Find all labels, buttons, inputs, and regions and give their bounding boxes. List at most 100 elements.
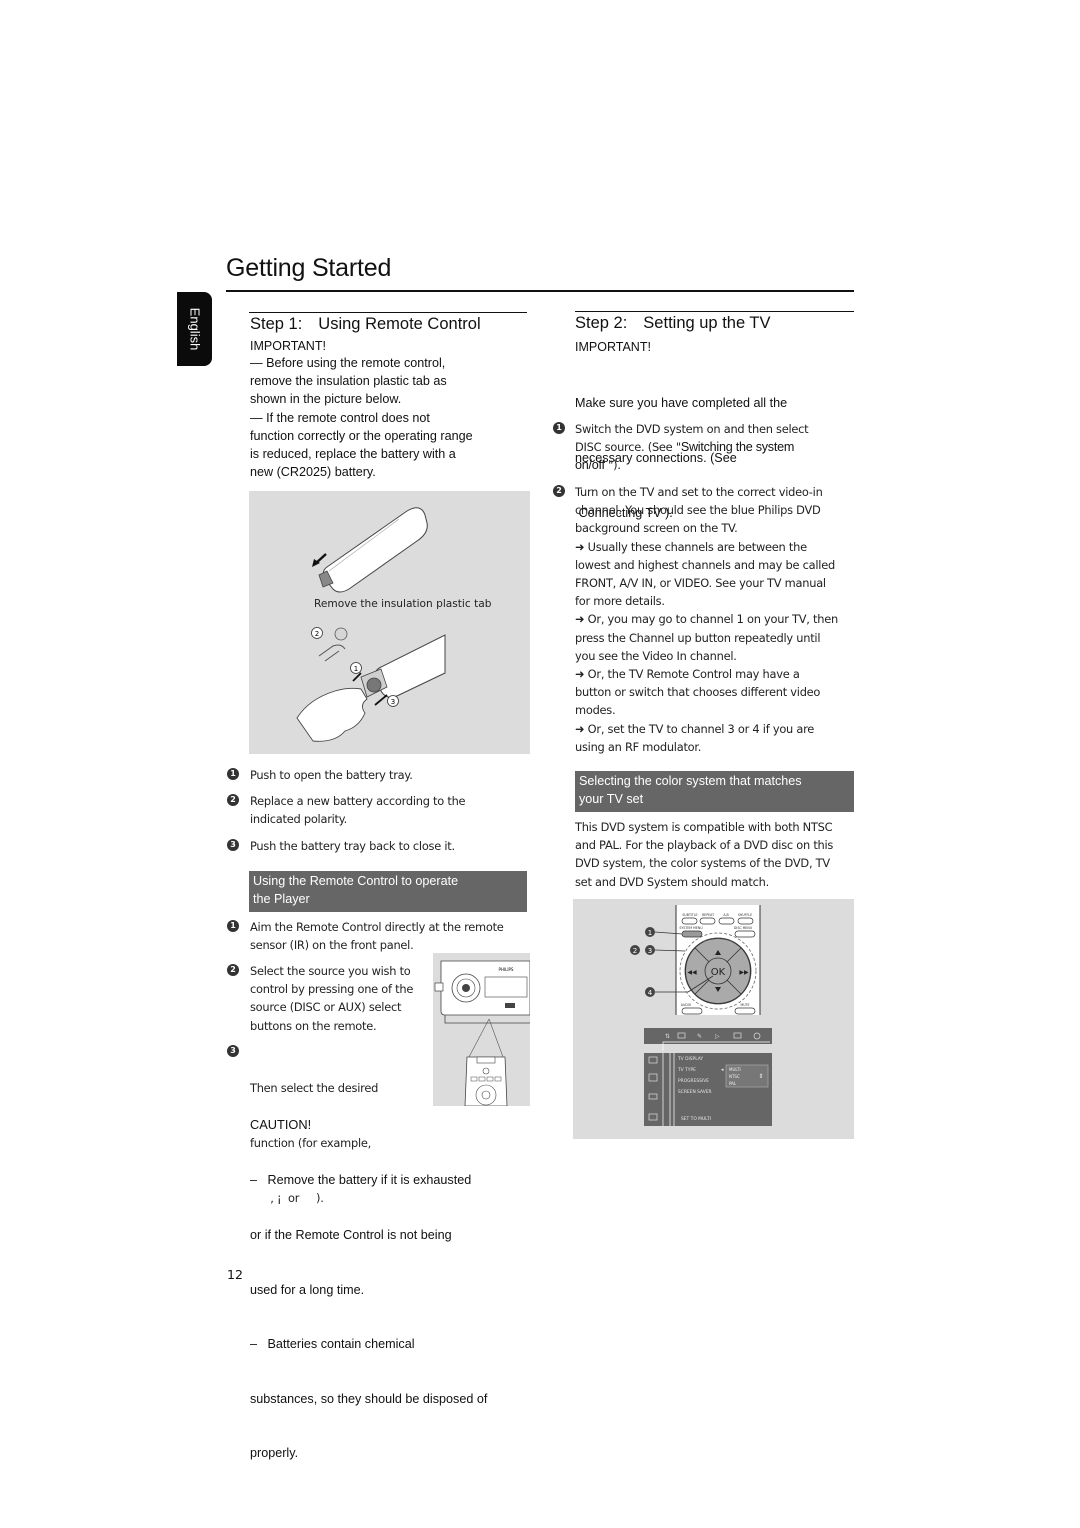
text-line: — Before using the remote control, (250, 356, 446, 370)
text-line: for more details. (575, 594, 665, 609)
page-number: 12 (227, 1267, 243, 1282)
page-title: Getting Started (226, 254, 392, 282)
cross-reference: Switching the system (680, 440, 795, 455)
remote-control-illustration (318, 507, 428, 593)
text-line: buttons on the remote. (250, 1018, 377, 1033)
svg-text:2: 2 (315, 630, 319, 638)
svg-text:MUTE: MUTE (740, 1003, 749, 1007)
forward-icon: ▶▶ (739, 970, 749, 976)
title-divider (226, 290, 854, 292)
system-menu-button (681, 930, 703, 938)
svg-text:TV DISPLAY: TV DISPLAY (677, 1056, 703, 1062)
text-line: press the Channel up button repeatedly u… (575, 630, 821, 645)
step1-divider (249, 312, 527, 313)
banner-line: your TV set (579, 791, 644, 806)
step1-title: Using Remote Control (318, 315, 481, 333)
step-number-1: 1 (553, 422, 565, 434)
svg-text:DISC MENU: DISC MENU (734, 926, 753, 930)
banner-line: Using the Remote Control to operate (253, 874, 459, 888)
svg-text:NTSC: NTSC (729, 1074, 740, 1079)
operate-section-banner: Using the Remote Control to operate the … (249, 871, 527, 912)
text-line: sensor (IR) on the front panel. (250, 938, 414, 953)
svg-text:⇅: ⇅ (665, 1033, 670, 1040)
dvd-unit-illustration: PHILIPS (434, 960, 530, 1106)
menu-icon-bar (644, 1028, 772, 1044)
text-line: This DVD system is compatible with both … (575, 820, 833, 834)
svg-text:REPEAT: REPEAT (702, 913, 714, 917)
svg-text:SUBTITLE: SUBTITLE (682, 913, 697, 917)
svg-text:1: 1 (354, 665, 358, 673)
battery-replacement-figure: 2 1 3 Remove the insulation plastic tab (249, 491, 530, 754)
audio-button (681, 1007, 703, 1015)
text-line: – Remove the battery if it is exhausted (250, 1173, 472, 1188)
text-line: using an RF modulator. (575, 739, 702, 754)
language-tab-label: English (187, 307, 202, 351)
text-line: Push to open the battery tray. (250, 768, 413, 782)
svg-text:PAL: PAL (729, 1081, 737, 1086)
step2-title: Setting up the TV (643, 314, 771, 332)
svg-text:SYSTEM MENU: SYSTEM MENU (679, 926, 703, 930)
step-number-2: 2 (553, 485, 565, 497)
text-line: Make sure you have completed all the (575, 396, 788, 411)
step2-label: Step 2: (575, 314, 628, 332)
text-line: DISC source. (See "Switching the system (575, 440, 795, 455)
svg-text:SET TO MULTI: SET TO MULTI (681, 1116, 711, 1122)
text-line: FRONT, A/V IN, or VIDEO. See your TV man… (575, 576, 826, 591)
mute-button (734, 1007, 756, 1015)
caution-label: CAUTION! (250, 1117, 312, 1132)
text-line: set and DVD System should match. (575, 874, 769, 889)
figure-caption: Remove the insulation plastic tab (314, 598, 492, 610)
rewind-icon: ◀◀ (687, 970, 697, 976)
text-line: shown in the picture below. (250, 392, 402, 407)
step2-divider (575, 311, 854, 312)
text-line: and PAL. For the playback of a DVD disc … (575, 838, 834, 853)
text-line: you see the Video In channel. (575, 648, 737, 663)
text-line: modes. (575, 703, 616, 718)
step-number-3: 3 (227, 839, 239, 851)
text-line: ➜ Or, the TV Remote Control may have a (575, 667, 800, 682)
text-line: lowest and highest channels and may be c… (575, 557, 835, 572)
step1-label: Step 1: (250, 315, 303, 333)
remote-battery-illustration: 2 1 3 (296, 507, 446, 742)
operate-step-2: Select the source you wish to control by… (250, 962, 413, 1035)
text-line: ➜ Usually these channels are between the (575, 539, 807, 554)
text-line: Then select the desired (250, 1081, 379, 1096)
text-line: Aim the Remote Control directly at the r… (250, 920, 504, 934)
text-line: control by pressing one of the (250, 982, 414, 997)
text-line: Select the source you wish to (250, 964, 411, 978)
text-line: remove the insulation plastic tab as (250, 374, 447, 389)
scroll-icon: ⇕ (758, 1073, 763, 1080)
svg-text:PROGRESSIVE: PROGRESSIVE (678, 1078, 709, 1084)
text-line: — If the remote control does not (250, 410, 430, 425)
text-line: background screen on the TV. (575, 521, 738, 536)
color-system-figure: SUBTITLE REPEAT A-B SHUFFLE SYSTEM MENU … (573, 899, 854, 1139)
text-line: Turn on the TV and set to the correct vi… (575, 485, 823, 499)
color-system-banner: Selecting the color system that matches … (575, 771, 854, 812)
svg-text:4: 4 (648, 989, 653, 997)
svg-text:MULTI: MULTI (729, 1067, 741, 1072)
text-line: DVD system, the color systems of the DVD… (575, 856, 830, 871)
svg-text:3: 3 (648, 947, 652, 955)
step2-instruction-1: Switch the DVD system on and then select… (575, 420, 809, 475)
hand-illustration (296, 687, 368, 742)
step-number-2: 2 (227, 964, 239, 976)
step1-important-text: — Before using the remote control, remov… (250, 354, 530, 481)
step-number-1: 1 (227, 920, 239, 932)
text-line: on/off "). (575, 458, 621, 473)
step2-heading: Step 2: Setting up the TV (575, 314, 771, 333)
text-line: indicated polarity. (250, 812, 347, 827)
text-line: properly. (250, 1446, 299, 1461)
text-line: substances, so they should be disposed o… (250, 1391, 488, 1406)
coin-battery-icon (334, 627, 348, 641)
device-aim-figure: PHILIPS (433, 953, 530, 1106)
text-line: used for a long time. (250, 1282, 365, 1297)
text-line: – Batteries contain chemical (250, 1337, 415, 1352)
step-number-2: 2 (227, 794, 239, 806)
text-line: Switch the DVD system on and then select (575, 422, 809, 436)
text-line: function correctly or the operating rang… (250, 428, 473, 443)
text-line: source (DISC or AUX) select (250, 1000, 402, 1015)
svg-text:▷: ▷ (715, 1033, 720, 1040)
svg-text:SHUFFLE: SHUFFLE (738, 913, 752, 917)
step2-important-label: IMPORTANT! (575, 340, 651, 354)
battery-step-2: Replace a new battery according to the i… (250, 792, 466, 828)
